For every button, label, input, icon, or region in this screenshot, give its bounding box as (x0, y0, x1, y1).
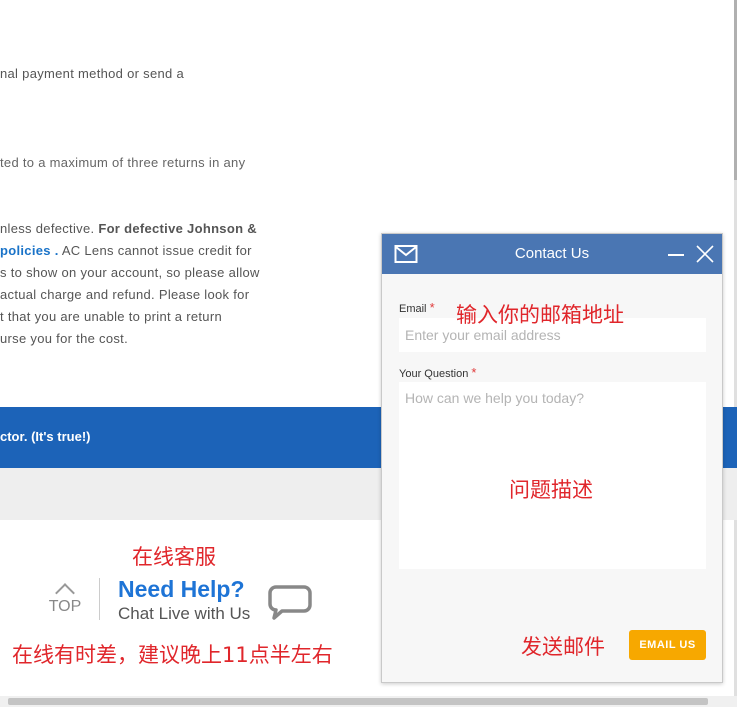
back-to-top-button[interactable]: TOP (44, 580, 86, 616)
horizontal-scrollbar[interactable] (0, 696, 737, 707)
need-help-title: Need Help? (118, 576, 245, 602)
annotation-question-note: 问题描述 (509, 478, 593, 502)
question-label: Your Question * (399, 365, 477, 380)
contact-widget-header: Contact Us (382, 234, 722, 274)
article-text-line: policies . AC Lens cannot issue credit f… (0, 243, 252, 258)
minimize-icon[interactable] (666, 243, 686, 265)
article-text-line: nless defective. For defective Johnson & (0, 221, 257, 236)
horizontal-scrollbar-thumb[interactable] (8, 698, 708, 705)
promo-banner-text: ctor. (It's true!) (0, 429, 91, 444)
article-text-line: urse you for the cost. (0, 331, 128, 346)
chat-bubble-icon[interactable] (268, 583, 312, 623)
chat-live-label: Chat Live with Us (118, 604, 251, 623)
article-text-line: nal payment method or send a (0, 66, 185, 81)
annotation-send-note: 发送邮件 (521, 635, 605, 659)
annotation-online-service: 在线客服 (132, 545, 216, 569)
divider (99, 578, 100, 620)
email-label: Email * (399, 300, 435, 315)
close-icon[interactable] (694, 243, 716, 265)
article-text-line: ted to a maximum of three returns in any (0, 155, 246, 170)
article-text-line: t that you are unable to print a return (0, 309, 222, 324)
article-text-line: s to show on your account, so please all… (0, 265, 260, 280)
annotation-email-note: 输入你的邮箱地址 (456, 303, 624, 327)
annotation-time-note: 在线有时差，建议晚上11点半左右 (12, 643, 333, 667)
email-us-button[interactable]: EMAIL US (629, 630, 706, 660)
article-text-line: actual charge and refund. Please look fo… (0, 287, 250, 302)
policies-link[interactable]: policies . (0, 243, 59, 258)
page: nal payment method or send a ted to a ma… (0, 0, 737, 707)
need-help-link[interactable]: Need Help? Chat Live with Us (118, 575, 250, 625)
